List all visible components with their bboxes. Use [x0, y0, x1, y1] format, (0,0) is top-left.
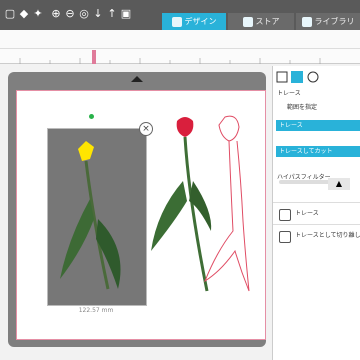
- rotate-handle[interactable]: [89, 114, 94, 119]
- apply-detach-row[interactable]: トレースとして切り離し: [273, 224, 360, 247]
- library-icon: [301, 16, 312, 27]
- panel-tab-replicate-icon[interactable]: [307, 71, 319, 83]
- horizontal-ruler: [0, 49, 360, 64]
- trace-panel: トレース 範囲を指定 トレース トレースしてカット ハイパスフィルター ▲ トレ…: [272, 66, 360, 360]
- tulip-photo-leaf-left: [151, 181, 187, 251]
- selected-image-frame[interactable]: [47, 128, 147, 306]
- section-trace-label: トレース: [277, 90, 301, 97]
- tulip-red-flower: [176, 117, 194, 137]
- tulip-leaf-left: [60, 199, 94, 279]
- panel-tab-icons: [276, 71, 319, 83]
- zoom-fit-icon[interactable]: ◎: [78, 8, 90, 20]
- detach-icon: [279, 231, 291, 243]
- move-down-icon[interactable]: ↓: [92, 8, 104, 20]
- zoom-in-icon[interactable]: ⊕: [50, 8, 62, 20]
- edit-points-icon[interactable]: ◆: [18, 8, 30, 20]
- tab-store[interactable]: ストア: [228, 13, 294, 30]
- collapse-icon[interactable]: ▲: [328, 178, 350, 190]
- trace-preview-tulip: [60, 141, 121, 290]
- traced-cut-line: [203, 115, 250, 292]
- width-dimension-label: 122.57 mm: [78, 307, 114, 314]
- move-up-icon[interactable]: ↑: [106, 8, 118, 20]
- trace-button[interactable]: トレース: [276, 120, 360, 131]
- panel-tab-shapes-icon[interactable]: [276, 71, 288, 83]
- trace-icon: [279, 209, 291, 221]
- canvas-area[interactable]: × 122.57 mm: [8, 72, 266, 347]
- tulip-flower-highlight: [78, 141, 94, 161]
- zoom-out-icon[interactable]: ⊖: [64, 8, 76, 20]
- settings-icon[interactable]: ✦: [32, 8, 44, 20]
- fullscreen-icon[interactable]: ▣: [120, 8, 132, 20]
- tab-library[interactable]: ライブラリ: [296, 13, 360, 30]
- tab-design[interactable]: デザイン: [162, 13, 226, 30]
- design-page[interactable]: × 122.57 mm: [16, 90, 266, 340]
- ruler-marker: [92, 50, 96, 64]
- apply-trace-row[interactable]: トレース: [273, 202, 360, 225]
- trace-detach-button[interactable]: トレースしてカット: [276, 146, 360, 157]
- tulip-outline: [203, 115, 250, 292]
- ruler-ticks: [19, 50, 321, 64]
- sub-toolbar: [0, 30, 360, 49]
- home-icon[interactable]: [8, 72, 266, 88]
- design-icon: [171, 16, 182, 27]
- top-tabs: デザイン ストア ライブラリ: [160, 13, 360, 30]
- store-icon: [242, 16, 253, 27]
- pointer-icon[interactable]: ▢: [4, 8, 16, 20]
- panel-tab-trace-icon[interactable]: [291, 71, 303, 83]
- select-area-label[interactable]: 範囲を指定: [287, 102, 317, 111]
